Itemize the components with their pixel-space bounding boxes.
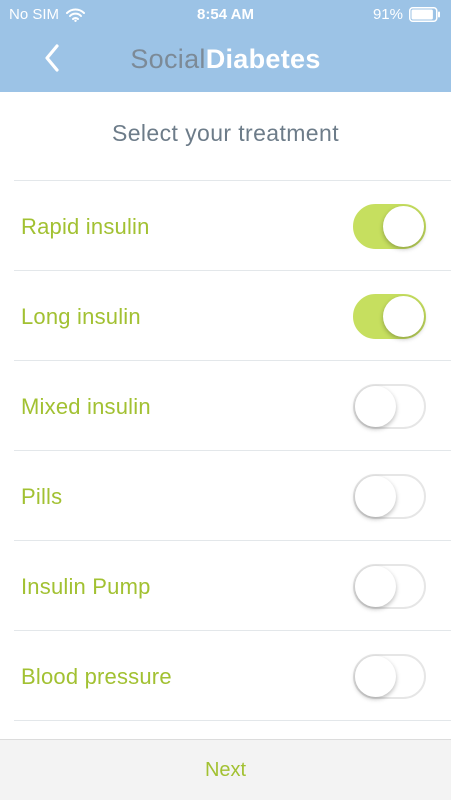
toggle-knob [355, 386, 396, 427]
toggle-knob [355, 476, 396, 517]
status-bar: No SIM 8:54 AM 91% [0, 0, 451, 30]
treatment-row-long-insulin: Long insulin [14, 271, 451, 361]
nav-bar: SocialDiabetes [0, 30, 451, 92]
toggle-knob [355, 566, 396, 607]
treatment-row-blood-pressure: Blood pressure [14, 631, 451, 721]
pills-toggle[interactable] [353, 474, 426, 519]
header: No SIM 8:54 AM 91% SocialDiabetes [0, 0, 451, 92]
logo-diabetes-text: Diabetes [205, 44, 321, 74]
treatment-label: Insulin Pump [21, 574, 151, 599]
long-insulin-toggle[interactable] [353, 294, 426, 339]
toggle-knob [383, 206, 424, 247]
treatment-label: Pills [21, 484, 63, 509]
treatment-row-pills: Pills [14, 451, 451, 541]
next-button[interactable]: Next [0, 759, 451, 782]
battery-icon [409, 7, 441, 22]
toggle-knob [355, 656, 396, 697]
app-logo: SocialDiabetes [0, 44, 451, 75]
battery-percent: 91% [372, 6, 403, 23]
mixed-insulin-toggle[interactable] [353, 384, 426, 429]
rapid-insulin-toggle[interactable] [353, 204, 426, 249]
treatment-row-rapid-insulin: Rapid insulin [14, 181, 451, 271]
footer: Next [0, 739, 451, 800]
treatment-selection-screen: No SIM 8:54 AM 91% SocialDiabetes Select… [0, 0, 451, 800]
toggle-knob [383, 296, 424, 337]
treatment-label: Blood pressure [21, 664, 172, 689]
treatment-list: Rapid insulin Long insulin Mixed insulin… [14, 180, 451, 721]
battery-fill [411, 9, 433, 20]
treatment-row-mixed-insulin: Mixed insulin [14, 361, 451, 451]
status-right: 91% [373, 6, 441, 23]
treatment-row-insulin-pump: Insulin Pump [14, 541, 451, 631]
treatment-label: Rapid insulin [21, 214, 150, 239]
treatment-label: Mixed insulin [21, 394, 151, 419]
insulin-pump-toggle[interactable] [353, 564, 426, 609]
page-title: Select your treatment [111, 120, 339, 146]
treatment-label: Long insulin [21, 304, 141, 329]
logo-social-text: Social [130, 44, 206, 74]
blood-pressure-toggle[interactable] [353, 654, 426, 699]
